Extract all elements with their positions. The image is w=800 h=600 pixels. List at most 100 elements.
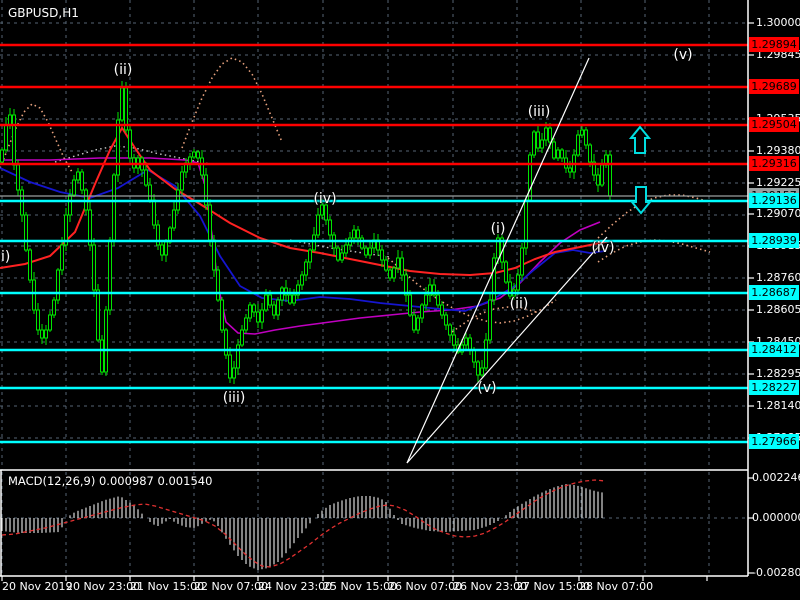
candle-body [104,309,108,373]
candle-body [0,149,4,163]
elliott-wave-label[interactable]: (v) [673,47,692,63]
elliott-wave-label[interactable]: (v) [477,380,496,396]
candle-body [148,184,152,201]
candle-body [152,199,156,226]
chart-canvas[interactable] [0,0,800,600]
candle-body [468,337,472,351]
envelope-dotted-salmon [181,57,283,149]
candle-body [424,294,428,306]
candle-body [96,289,100,341]
candle-body [544,127,548,141]
candle-body [420,304,424,319]
candle-body [272,304,276,316]
candle-body [292,294,296,304]
candle-body [316,214,320,236]
candle-body [416,317,420,331]
candle-body [352,229,356,239]
candle-body [220,299,224,331]
candle-body [44,329,48,339]
time-axis-label: 28 Nov 07:00 [579,580,654,593]
candle-body [124,87,128,131]
candle-body [180,171,184,191]
candle-body [236,344,240,369]
candle-body [196,151,200,159]
up-arrow-icon[interactable] [628,125,652,154]
elliott-wave-label[interactable]: (iv) [313,191,336,207]
candle-body [24,214,28,251]
candle-body [12,114,16,166]
price-line-badge-resistance: 1.29689 [749,79,799,94]
candle-body [412,314,416,331]
price-line-badge-resistance: 1.29504 [749,117,799,132]
price-axis-label: 1.28295 [756,367,800,380]
candle-body [608,154,612,197]
candle-body [232,367,236,379]
candle-body [304,261,308,276]
candle-body [356,229,360,239]
price-line-badge-support: 1.29136 [749,193,799,208]
candle-body [440,304,444,316]
candle-body [360,237,364,249]
candle-body [32,279,36,311]
candle-body [8,114,12,126]
candle-body [560,149,564,159]
candle-body [52,299,56,316]
candle-body [552,141,556,159]
candle-body [76,171,80,181]
candle-body [400,257,404,276]
candle-body [172,209,176,229]
elliott-wave-label[interactable]: (iii) [223,390,246,406]
elliott-wave-label[interactable]: i) [1,249,10,265]
candle-body [520,247,524,276]
candle-body [384,259,388,271]
candle-body [80,171,84,191]
candle-body [252,304,256,313]
price-axis-label: 1.30000 [756,16,800,29]
candle-body [224,329,228,356]
candle-body [488,299,492,341]
candle-body [396,257,400,269]
macd-scale-label: -0.002807 [752,566,800,579]
candle-body [476,361,480,376]
price-line-badge-support: 1.27966 [749,434,799,449]
price-line-badge-support: 1.28227 [749,380,799,395]
envelope-dotted-salmon [597,239,711,263]
candle-body [216,269,220,301]
elliott-wave-label[interactable]: (ii) [510,296,529,312]
time-axis-label: 26 Nov 07:00 [388,580,463,593]
candle-body [100,339,104,373]
candle-body [60,244,64,271]
elliott-wave-label[interactable]: (i) [491,221,506,237]
candle-body [556,149,560,159]
candle-body [588,144,592,163]
candle-body [368,247,372,256]
price-line-badge-resistance: 1.29894 [749,37,799,52]
candle-body [228,354,232,379]
candle-body [392,267,396,279]
elliott-wave-label[interactable]: (iii) [528,104,551,120]
candle-body [516,274,520,291]
time-axis-label: 24 Nov 23:00 [258,580,333,593]
candle-body [308,249,312,263]
price-axis-label: 1.28760 [756,271,800,284]
candle-body [312,234,316,251]
elliott-wave-label[interactable]: (iv) [591,240,614,256]
candle-body [36,309,40,331]
candle-body [268,294,272,306]
macd-signal-line [1,479,606,568]
candle-body [48,314,52,331]
price-axis-label: 1.28605 [756,303,800,316]
candle-body [452,334,456,346]
candle-body [408,294,412,316]
elliott-wave-label[interactable]: (ii) [114,62,133,78]
candle-body [568,167,572,173]
candle-body [328,219,332,236]
price-line-badge-support: 1.28412 [749,342,799,357]
candle-body [248,304,252,319]
candle-body [188,156,192,164]
candle-body [536,131,540,149]
time-axis-label: 25 Nov 15:00 [323,580,398,593]
candle-body [276,299,280,316]
candle-body [28,249,32,281]
candle-body [256,311,260,323]
